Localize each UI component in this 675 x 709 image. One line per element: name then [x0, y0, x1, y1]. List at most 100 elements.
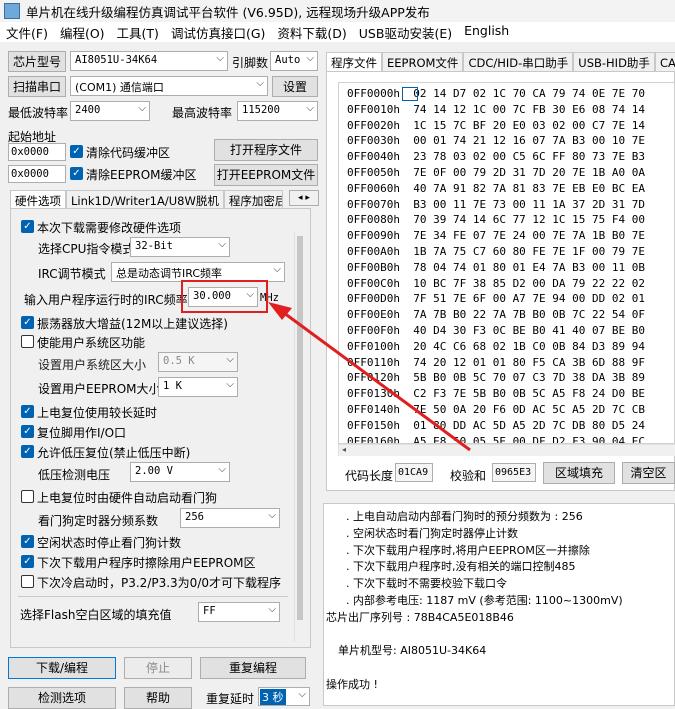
download-program-button[interactable]: 下载/编程 [8, 657, 116, 679]
clear-eeprom-checkbox[interactable]: ✓ [70, 167, 83, 180]
wdt-div-select[interactable]: 256 ⌵ [180, 508, 280, 528]
right-tab-bar: 程序文件 EEPROM文件 CDC/HID-串口助手 USB-HID助手 CAN… [326, 52, 675, 71]
reset-io-label: 复位脚用作I/O口 [37, 426, 127, 440]
stop-button[interactable]: 停止 [124, 657, 192, 679]
erase-eeprom-checkbox[interactable]: ✓ [21, 555, 34, 568]
menu-debug[interactable]: 调试仿真接口(G) [165, 22, 271, 42]
eeprom-size-value: 1 K [163, 380, 182, 392]
min-baud-select[interactable]: 2400 ⌵ [70, 101, 150, 121]
app-icon [4, 3, 20, 19]
cold-boot-label: 下次冷启动时，P3.2/P3.3为0/0才可下载程序 [37, 576, 281, 590]
sysarea-label: 使能用户系统区功能 [37, 336, 146, 350]
port-settings-button[interactable]: 设置 [272, 76, 318, 97]
chevron-down-icon: ⌵ [268, 510, 276, 521]
tab-usb-hid-assistant[interactable]: USB-HID助手 [573, 52, 655, 71]
reset-delay-checkbox[interactable]: ✓ [21, 405, 34, 418]
annotation-arrow [268, 302, 471, 452]
log-line: 操作成功 ! [326, 678, 378, 691]
tab-program-file[interactable]: 程序文件 [326, 52, 382, 71]
eeprom-start-address-input[interactable]: 0x0000 [8, 165, 66, 183]
eeprom-size-select[interactable]: 1 K ⌵ [158, 377, 238, 397]
tab-serial-assistant[interactable]: CDC/HID-串口助手 [463, 52, 574, 71]
idle-wdt-checkbox[interactable]: ✓ [21, 535, 34, 548]
output-log[interactable]: . 上电自动启动内部看门狗时的预分频数为 : 256 . 空闲状态时看门狗定时器停… [323, 503, 675, 706]
irc-mode-value: 总是动态调节IRC频率 [116, 267, 223, 280]
log-line: . 上电自动启动内部看门狗时的预分频数为 : 256 [346, 510, 583, 523]
lvd-voltage-select[interactable]: 2.00 V ⌵ [130, 462, 230, 482]
idle-wdt-label: 空闲状态时停止看门狗计数 [37, 536, 182, 550]
hex-row: 0FF00A0h 1B 7A 75 C7 60 80 FE 7E 1F 00 7… [347, 245, 646, 258]
max-baud-select[interactable]: 115200 ⌵ [237, 101, 318, 121]
lvd-label: 允许低压复位(禁止低压中断) [37, 446, 191, 460]
amp-gain-checkbox[interactable]: ✓ [21, 316, 34, 329]
sys-size-select[interactable]: 0.5 K ⌵ [158, 352, 238, 372]
left-tab-bar: 硬件选项 Link1D/Writer1A/U8W脱机 程序加密后 [10, 190, 320, 209]
chevron-down-icon: ⌵ [298, 689, 306, 700]
options-divider [18, 596, 288, 597]
eeprom-size-label: 设置用户EEPROM大小 [38, 382, 161, 396]
cold-boot-checkbox[interactable] [21, 575, 34, 588]
hex-row: 0FF0080h 70 39 74 14 6C 77 12 1C 15 75 F… [347, 213, 646, 227]
chevron-down-icon: ⌵ [273, 264, 281, 275]
pin-count-select[interactable]: Auto ⌵ [270, 51, 318, 71]
repeat-delay-value: 3 秒 [260, 689, 286, 705]
chip-model-select[interactable]: AI8051U-34K64 ⌵ [70, 51, 228, 71]
open-eeprom-file-button[interactable]: 打开EEPROM文件 [214, 164, 318, 186]
hex-row: 0FF0050h 7E 0F 00 79 2D 31 7D 20 7E 1B A… [347, 166, 646, 179]
chevron-down-icon: ⌵ [138, 103, 146, 114]
checksum-value: 0965E3 [495, 467, 532, 478]
checksum-field: 0965E3 [492, 463, 536, 482]
menu-english[interactable]: English [458, 22, 515, 42]
menu-tools[interactable]: 工具(T) [111, 22, 165, 42]
clear-region-button[interactable]: 清空区 [622, 462, 675, 484]
menu-program[interactable]: 编程(O) [54, 22, 111, 42]
hex-row: 0FF0040h 23 78 03 02 00 C5 6C FF 80 73 7… [347, 150, 646, 164]
irc-freq-label: 输入用户程序运行时的IRC频率 [24, 293, 188, 307]
annotation-arrow-line [279, 308, 471, 452]
hex-cursor [402, 87, 418, 101]
serial-port-select[interactable]: (COM1) 通信端口 ⌵ [70, 76, 268, 96]
repeat-delay-select[interactable]: 3 秒 ⌵ [258, 687, 310, 706]
chevron-down-icon: ⌵ [218, 239, 226, 250]
irc-mode-label: IRC调节模式 [38, 267, 106, 281]
chevron-down-icon: ⌵ [306, 103, 314, 114]
chevron-down-icon: ⌵ [216, 53, 224, 64]
open-program-file-button[interactable]: 打开程序文件 [214, 139, 318, 161]
region-fill-button[interactable]: 区域填充 [543, 462, 615, 484]
menu-usb-driver[interactable]: USB驱动安装(E) [353, 22, 458, 42]
tab-scroll-arrows[interactable]: ◂ ▸ [289, 190, 319, 206]
log-line: . 下次下载用户程序时,将用户EEPROM区一并擦除 [346, 543, 590, 557]
modify-hw-checkbox[interactable]: ✓ [21, 220, 34, 233]
scan-port-button[interactable]: 扫描串口 [8, 76, 66, 97]
wdt-div-value: 256 [185, 511, 204, 523]
clear-code-checkbox[interactable]: ✓ [70, 145, 83, 158]
hex-row: 0FF0030h 00 01 74 21 12 16 07 7A B3 00 1… [347, 134, 646, 148]
tab-encryption[interactable]: 程序加密后 [223, 190, 283, 209]
tab-offline-writer[interactable]: Link1D/Writer1A/U8W脱机 [66, 190, 224, 209]
title-bar: 单片机在线升级编程仿真调试平台软件 (V6.95D), 远程现场升级APP发布 [0, 0, 675, 22]
sys-size-value: 0.5 K [163, 355, 195, 367]
sysarea-checkbox[interactable] [21, 335, 34, 348]
reset-io-checkbox[interactable]: ✓ [21, 425, 34, 438]
serial-port-value: (COM1) 通信端口 [75, 81, 164, 94]
menu-downloads[interactable]: 资料下载(D) [271, 22, 352, 42]
min-baud-value: 2400 [75, 104, 101, 116]
fill-value-select[interactable]: FF ⌵ [198, 602, 280, 622]
checksum-label: 校验和 [450, 469, 487, 483]
reset-delay-label: 上电复位使用较长延时 [37, 406, 158, 420]
tab-can-assistant[interactable]: CAN助 [654, 52, 675, 71]
hex-row: 0FF0020h 1C 15 7C BF 20 E0 03 02 00 C7 7… [347, 118, 646, 132]
tab-eeprom-file[interactable]: EEPROM文件 [382, 52, 464, 71]
menu-file[interactable]: 文件(F) [0, 22, 54, 42]
chevron-down-icon: ⌵ [226, 379, 234, 390]
lvd-checkbox[interactable]: ✓ [21, 445, 34, 458]
pin-count-label: 引脚数 [232, 56, 269, 70]
cpu-mode-value: 32-Bit [135, 240, 173, 252]
cpu-mode-select[interactable]: 32-Bit ⌵ [130, 237, 230, 257]
wdt-auto-checkbox[interactable] [21, 490, 34, 503]
code-start-address-input[interactable]: 0x0000 [8, 143, 66, 161]
repeat-program-button[interactable]: 重复编程 [200, 657, 306, 679]
menu-bar: 文件(F) 编程(O) 工具(T) 调试仿真接口(G) 资料下载(D) USB驱… [0, 22, 675, 42]
tab-hardware-options[interactable]: 硬件选项 [10, 190, 66, 209]
irc-mode-select[interactable]: 总是动态调节IRC频率 ⌵ [111, 262, 285, 282]
